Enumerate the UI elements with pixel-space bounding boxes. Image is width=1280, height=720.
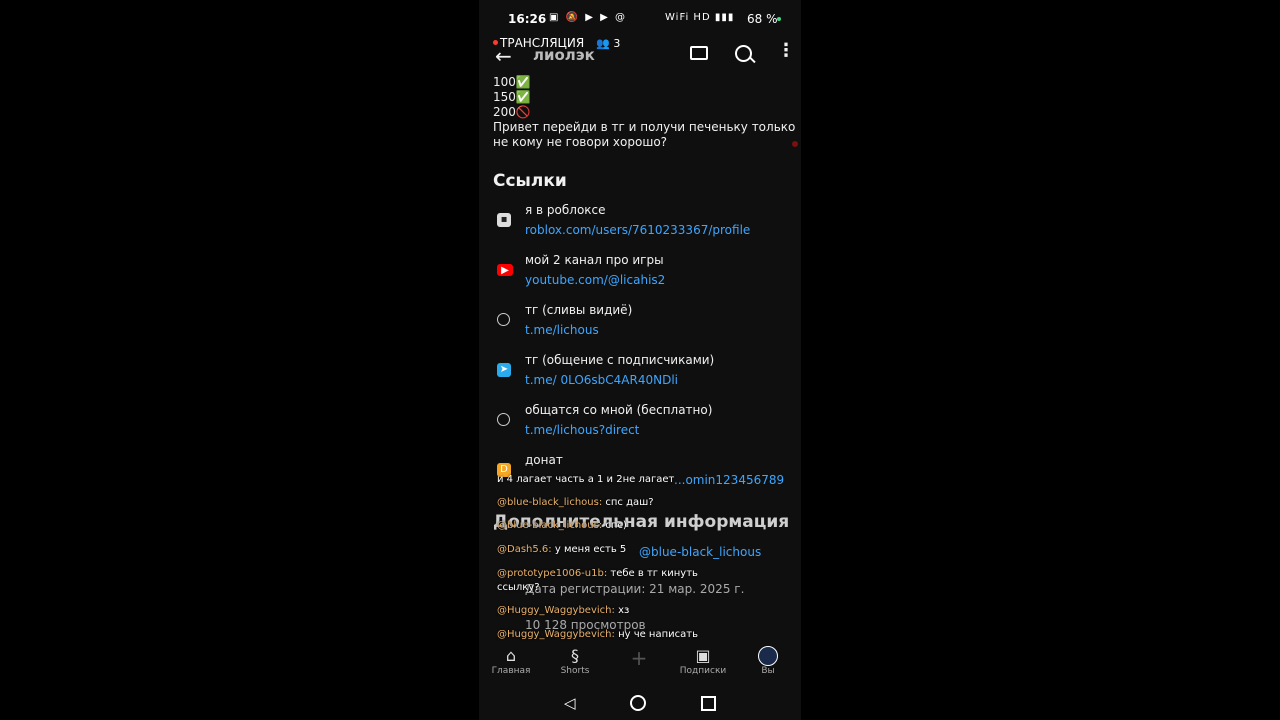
signal-icons: WiFi HD ▮▮▮ [665, 12, 735, 23]
link-name: мой 2 канал про игры [525, 253, 664, 267]
chat-message: @Dash5.6: у меня есть 5 [497, 544, 627, 555]
live-label: ТРАНСЛЯЦИЯ [500, 36, 585, 50]
nav-create[interactable]: + [609, 646, 669, 670]
registration-date: Дата регистрации: 21 мар. 2025 г. [525, 582, 745, 596]
description-line: не кому не говори хорошо? [493, 135, 668, 149]
link-item-roblox[interactable]: ▪ я в роблоксе roblox.com/users/76102333… [479, 203, 801, 247]
description-line: Привет перейди в тг и получи печеньку то… [493, 120, 796, 134]
bottom-nav: ⌂ Главная § Shorts + ▣ Подписки Вы [479, 646, 801, 686]
nav-shorts[interactable]: § Shorts [545, 646, 605, 676]
link-name: я в роблоксе [525, 203, 606, 217]
link-url[interactable]: t.me/ 0LO6sbC4AR40NDli [525, 373, 678, 387]
status-bar: 16:26 ▣ 🔕 ▶ ▶ @ WiFi HD ▮▮▮ 68 % [479, 0, 801, 36]
system-nav: ◁ [479, 690, 801, 720]
top-bar: ← лиолэк ТРАНСЛЯЦИЯ 👥 3 ⋮ [479, 36, 801, 76]
viewers-count: 👥 3 [596, 37, 621, 50]
link-item-tg-subscribers[interactable]: ➤ тг (общение с подписчиками) t.me/ 0LO6… [479, 353, 801, 397]
status-time: 16:26 [508, 12, 547, 26]
chat-message: @prototype1006-u1b: тебе в тг кинуть [497, 568, 698, 579]
nav-home[interactable]: ⌂ Главная [481, 646, 541, 676]
link-item-youtube[interactable]: ▶ мой 2 канал про игры youtube.com/@lica… [479, 253, 801, 297]
links-section-title: Ссылки [493, 171, 567, 191]
roblox-icon: ▪ [497, 213, 511, 227]
link-url[interactable]: roblox.com/users/7610233367/profile [525, 223, 750, 237]
avatar-icon [758, 646, 778, 666]
link-name: общатся со мной (бесплатно) [525, 403, 713, 417]
channel-description: 100✅ 150✅ 200🚫 Привет перейди в тг и пол… [493, 75, 796, 150]
chat-message: и 4 лагает часть а 1 и 2не лагает [497, 474, 675, 485]
link-name: тг (общение с подписчиками) [525, 353, 715, 367]
indicator-dot-icon [792, 141, 798, 147]
youtube-icon: ▶ [497, 264, 513, 276]
status-dot-icon [777, 17, 781, 21]
live-dot-icon [493, 40, 498, 45]
system-recents-icon[interactable] [701, 696, 716, 711]
description-line: 200🚫 [493, 105, 531, 119]
chat-message: @Huggy_Waggybevich: хз [497, 605, 630, 616]
plus-icon: + [630, 646, 648, 670]
subscriptions-icon: ▣ [695, 646, 711, 665]
battery-level: 68 % [747, 12, 778, 26]
home-icon: ⌂ [505, 646, 517, 665]
telegram-icon: ➤ [497, 363, 511, 377]
nav-subscriptions[interactable]: ▣ Подписки [673, 646, 733, 676]
system-back-icon[interactable]: ◁ [564, 694, 576, 712]
phone-screen: 16:26 ▣ 🔕 ▶ ▶ @ WiFi HD ▮▮▮ 68 % ← лиолэ… [479, 0, 801, 720]
chat-message: @Huggy_Waggybevich: ну че написать [497, 629, 698, 640]
system-home-icon[interactable] [630, 695, 646, 711]
link-url[interactable]: t.me/lichous?direct [525, 423, 639, 437]
link-url[interactable]: youtube.com/@licahis2 [525, 273, 665, 287]
link-item-tg-leaks[interactable]: тг (сливы видиё) t.me/lichous [479, 303, 801, 347]
description-line: 100✅ [493, 75, 531, 89]
chat-message: @blue-black_lichous: спс даш? [497, 497, 654, 508]
link-name: тг (сливы видиё) [525, 303, 633, 317]
search-icon[interactable] [735, 45, 752, 62]
link-url[interactable]: t.me/lichous [525, 323, 599, 337]
description-line: 150✅ [493, 90, 531, 104]
cast-icon[interactable] [690, 46, 708, 60]
live-badge[interactable]: ТРАНСЛЯЦИЯ 👥 3 [493, 36, 620, 50]
chat-message: @blue-black_lichous: спс) [497, 520, 627, 531]
more-vertical-icon[interactable]: ⋮ [777, 42, 795, 60]
notification-icons: ▣ 🔕 ▶ ▶ @ [549, 12, 627, 23]
channel-handle[interactable]: @blue-black_lichous [639, 545, 761, 559]
nav-you[interactable]: Вы [738, 646, 798, 676]
link-url[interactable]: ...omin123456789 [674, 473, 784, 487]
shorts-icon: § [571, 646, 579, 665]
link-name: донат [525, 453, 563, 467]
link-item-direct[interactable]: общатся со мной (бесплатно) t.me/lichous… [479, 403, 801, 447]
chat-message: ссылку? [497, 582, 540, 593]
globe-icon [497, 313, 510, 326]
globe-icon [497, 413, 510, 426]
